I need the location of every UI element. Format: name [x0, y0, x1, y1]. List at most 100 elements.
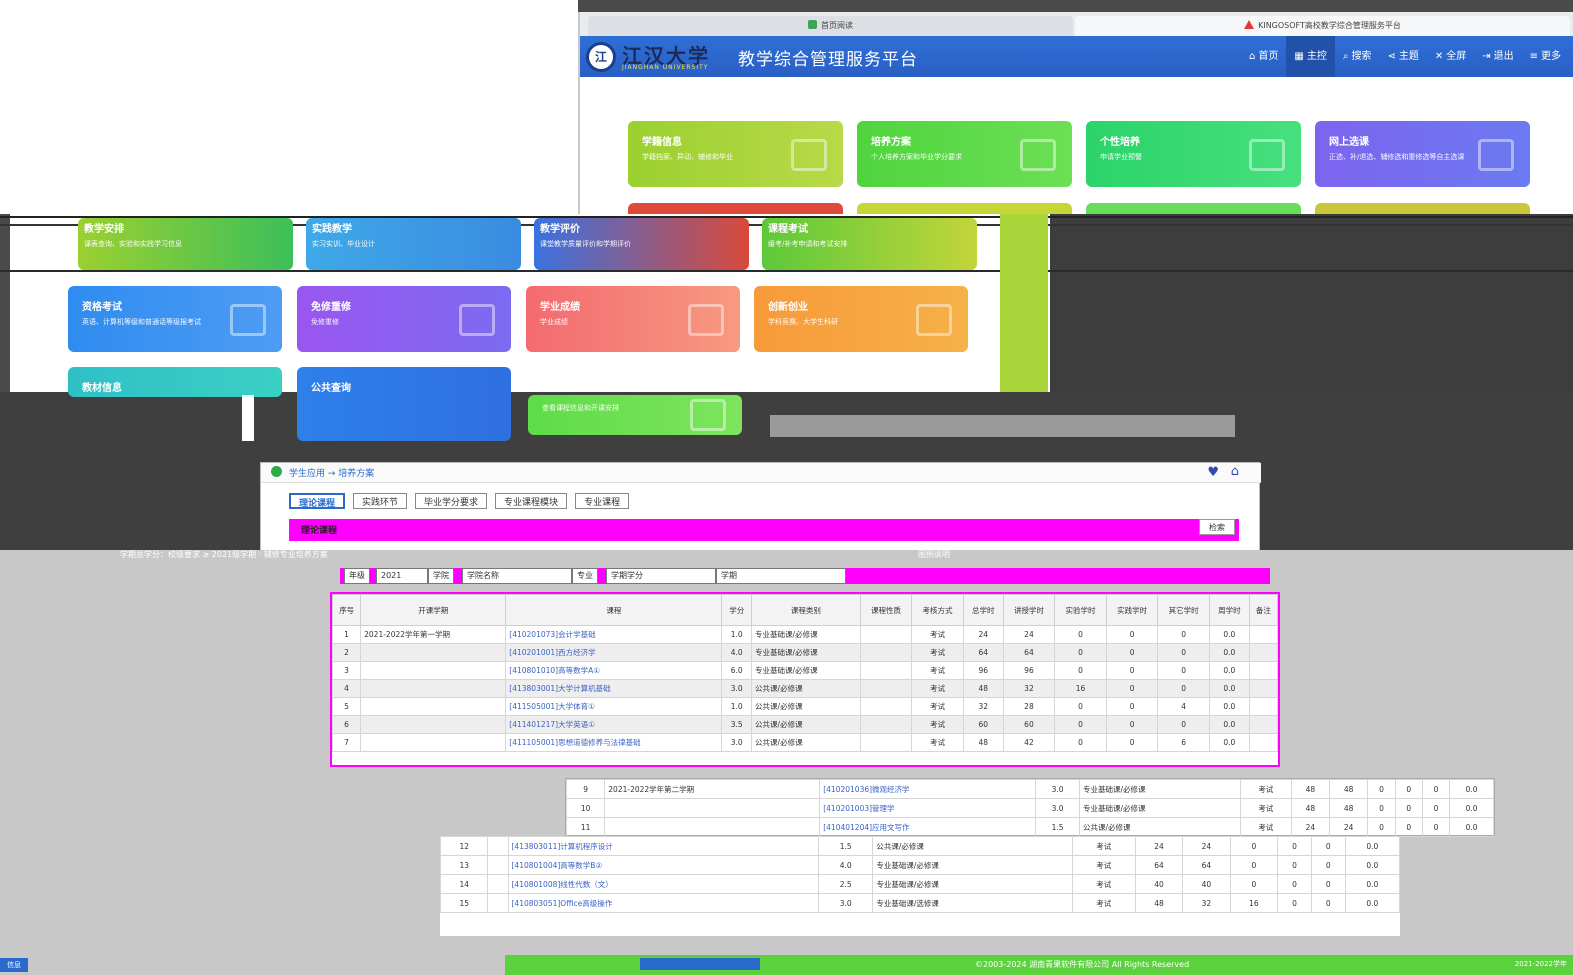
tile-public-query[interactable]: 公共查询	[297, 367, 511, 441]
tab-course-modules[interactable]: 专业课程模块	[495, 493, 568, 509]
nav-home[interactable]: ⌂ 首页	[1241, 36, 1286, 77]
nav-more[interactable]: ≡ 更多	[1522, 36, 1569, 77]
table-cell: 6	[1157, 733, 1210, 752]
tile-textbook-info[interactable]: 教材信息	[68, 367, 282, 397]
table-cell: 1.0	[721, 625, 753, 644]
tile-desc: 缓考/补考申请和考试安排	[768, 240, 848, 248]
report-icon	[688, 304, 724, 336]
table-cell: 专业基础课/必修课	[872, 874, 1073, 894]
nav-label: 全屏	[1446, 51, 1467, 62]
tile-course-exam[interactable]: 课程考试 缓考/补考申请和考试安排	[762, 218, 977, 270]
table-cell[interactable]: [410801008]线性代数（文）	[507, 874, 820, 894]
tile-training-plan[interactable]: 培养方案 个人培养方案和毕业学分要求	[857, 121, 1072, 187]
table-cell: 专业基础课/必修课	[1078, 779, 1241, 799]
tile-title: 教学安排	[84, 224, 124, 235]
table-cell: 考试	[1071, 893, 1136, 913]
footer-widget	[640, 958, 760, 970]
table-cell	[487, 836, 509, 856]
tile-innovation[interactable]: 创新创业 学科竞赛、大学生科研	[754, 286, 968, 352]
table-cell: 48	[1134, 893, 1184, 913]
training-plan-panel: 学生应用 → 培养方案 ♥ ⌂ 理论课程 实践环节 毕业学分要求 专业课程模块 …	[260, 462, 1261, 552]
table-row: 7 [411105001]思想道德修养与法律基础 3.0 公共课/必修课 考试 48 42 0…	[331, 733, 1279, 752]
table-cell[interactable]: [413803011]计算机程序设计	[507, 836, 820, 856]
table-cell[interactable]: [411505001]大学体育①	[505, 697, 723, 716]
tile-academic-grades[interactable]: 学业成绩 学业成绩	[526, 286, 740, 352]
tab-theory-courses[interactable]: 理论课程	[289, 493, 346, 509]
nav-search[interactable]: ⌕ 搜索	[1335, 36, 1380, 77]
table-cell[interactable]: [410201001]西方经济学	[505, 643, 723, 662]
query-button[interactable]: 检索	[1199, 519, 1235, 535]
tab-graduation-credits[interactable]: 毕业学分要求	[415, 493, 488, 509]
table-row: 14 [410801008]线性代数（文） 2.5 专业基础课/必修课 考试 40 40 0 0…	[439, 874, 1401, 894]
table-cell: 40	[1182, 874, 1231, 894]
course-table-continued: 9 2021-2022学年第二学期 [410201036]微观经济学 3.0 专业基础课…	[565, 778, 1495, 837]
table-cell[interactable]: [410803051]Office高级操作	[507, 893, 820, 913]
nav-label: 主题	[1398, 51, 1419, 62]
college-select[interactable]: 学院名称	[462, 568, 572, 584]
nav-main-control[interactable]: ▦ 主控	[1286, 36, 1335, 77]
tab-major-courses[interactable]: 专业课程	[575, 493, 630, 509]
term-select[interactable]: 学期	[716, 568, 846, 584]
table-cell: 0.0	[1449, 798, 1494, 818]
calendar-icon	[1478, 139, 1514, 171]
tile-desc: 免修重修	[311, 318, 339, 326]
table-cell	[859, 625, 913, 644]
nav-label: 退出	[1493, 51, 1514, 62]
col-header: 开课学期	[360, 594, 507, 626]
table-cell	[859, 643, 913, 662]
table-cell[interactable]: [411105001]思想道德修养与法律基础	[505, 733, 723, 752]
table-cell: 48	[962, 679, 1004, 698]
tile-online-course-select[interactable]: 网上选课 正选、补/退选、辅修选和重修选等自主选课	[1315, 121, 1530, 187]
menu-icon: ≡	[1529, 51, 1538, 62]
home-icon[interactable]: ⌂	[1231, 464, 1239, 479]
col-header: 课程性质	[859, 594, 913, 626]
tile-desc: 实习实训、毕业设计	[312, 240, 375, 248]
browser-tab-home[interactable]: 首页阅读	[588, 16, 1073, 36]
table-cell[interactable]: [410801010]高等数学A①	[505, 661, 723, 680]
table-cell[interactable]: [413803001]大学计算机基础	[505, 679, 723, 698]
top-nav: ⌂ 首页 ▦ 主控 ⌕ 搜索 ⋖ 主题 ✕ 全屏 ⇥ 退出 ≡ 更多	[1241, 36, 1569, 77]
grade-select[interactable]: 2021	[376, 568, 428, 584]
table-cell	[487, 874, 509, 894]
tile-student-status[interactable]: 学籍信息 学籍档案、异动、辅修和毕业	[628, 121, 843, 187]
table-cell[interactable]: [410201036]微观经济学	[819, 779, 1037, 799]
table-cell[interactable]: [411401217]大学英语①	[505, 715, 723, 734]
table-cell: 公共课/必修课	[1078, 817, 1241, 837]
table-cell: 专业基础课/必修课	[751, 625, 861, 644]
nav-theme[interactable]: ⋖ 主题	[1379, 36, 1426, 77]
table-icon	[690, 399, 726, 431]
table-cell: 5	[331, 697, 362, 716]
filter-row: 年级 2021 学院 学院名称 专业 学期学分 学期	[340, 568, 1270, 584]
browser-tab-platform[interactable]: KINGOSOFT高校教学综合管理服务平台	[1075, 16, 1570, 36]
table-cell[interactable]: [410201003]管理学	[819, 798, 1037, 818]
col-header: 课程类别	[751, 594, 861, 626]
nav-logout[interactable]: ⇥ 退出	[1474, 36, 1521, 77]
tile-qualification-exam[interactable]: 资格考试 英语、计算机等级和普通话等级报考试	[68, 286, 282, 352]
tile-teaching-arrangement[interactable]: 教学安排 课表查询、实验和实践学习信息	[78, 218, 293, 270]
nav-fullscreen[interactable]: ✕ 全屏	[1427, 36, 1474, 77]
tile-practice-teaching[interactable]: 实践教学 实习实训、毕业设计	[306, 218, 521, 270]
table-cell	[1248, 697, 1279, 716]
tile-personal-training[interactable]: 个性培养 申请学业预警	[1086, 121, 1301, 187]
col-header: 备注	[1248, 594, 1279, 626]
tile-course-info[interactable]: 查看课程信息和开课安排	[528, 395, 742, 435]
major-select[interactable]: 学期学分	[606, 568, 716, 584]
table-cell: 96	[1002, 661, 1056, 680]
tile-teaching-evaluation[interactable]: 教学评价 课堂教学质量评价和学期评价	[534, 218, 749, 270]
filter-grade-label: 年级	[344, 568, 370, 584]
tab-practice[interactable]: 实践环节	[353, 493, 408, 509]
course-table: 序号 开课学期 课程 学分 课程类别 课程性质 考核方式 总学时 讲授学时 实验…	[330, 592, 1280, 767]
home-icon: ⌂	[1249, 51, 1256, 62]
table-cell[interactable]: [410201073]会计学基础	[505, 625, 723, 644]
table-cell: 考试	[1239, 798, 1292, 818]
footer-term: 2021-2022学年	[1514, 960, 1567, 968]
table-cell: 0.0	[1208, 679, 1250, 698]
table-cell: 0	[1054, 715, 1107, 734]
table-cell[interactable]: [410801004]高等数学B②	[507, 855, 820, 875]
table-cell: 48	[962, 733, 1004, 752]
table-cell: 考试	[911, 661, 964, 680]
table-cell[interactable]: [410401204]应用文写作	[819, 817, 1037, 837]
favorite-icon[interactable]: ♥	[1207, 465, 1219, 480]
legend-link[interactable]: 图例说明	[918, 549, 950, 560]
tile-exempt-retake[interactable]: 免修重修 免修重修	[297, 286, 511, 352]
